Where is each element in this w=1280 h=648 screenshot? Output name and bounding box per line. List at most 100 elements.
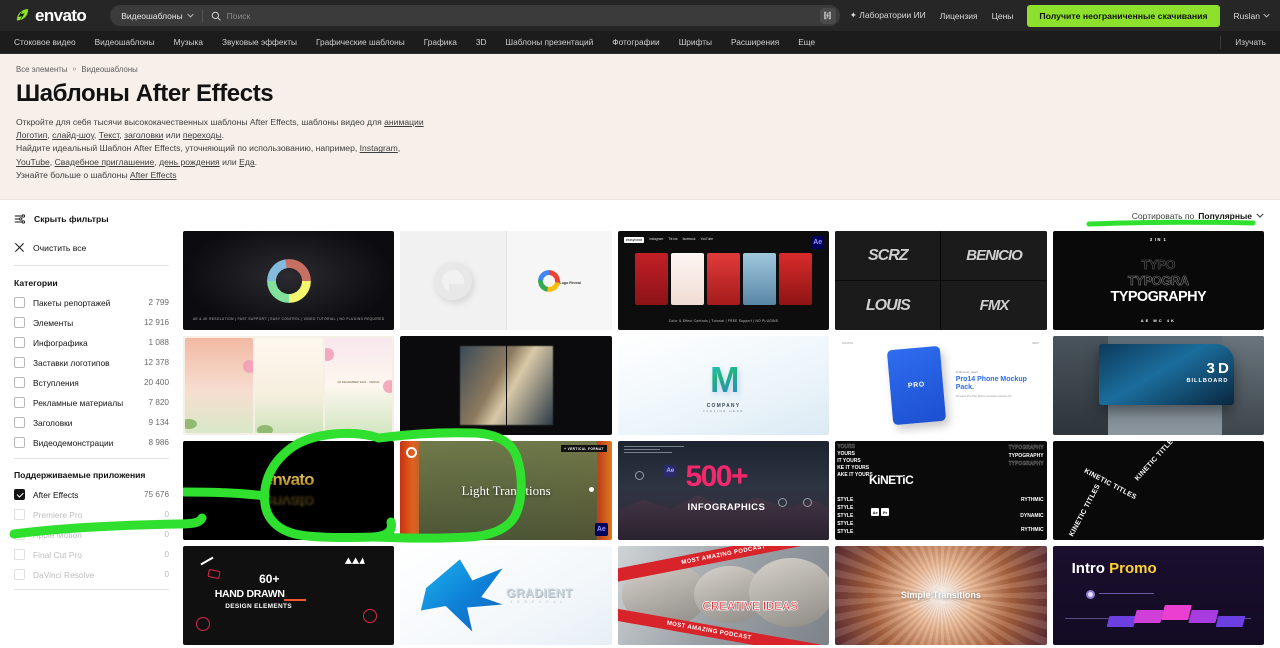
filter-row[interactable]: Заставки логотипов 12 378 — [14, 357, 169, 369]
breadcrumb-video-templates[interactable]: Видеошаблоны — [81, 65, 137, 74]
filter-row[interactable]: Premiere Pro 0 — [14, 509, 169, 521]
sort-dropdown[interactable]: Сортировать по Популярные — [1132, 211, 1264, 221]
sparkle-icon: ✦ — [849, 10, 857, 20]
nav-item-explore[interactable]: Изучать — [1235, 37, 1266, 47]
result-card-kinetic-titles-curve[interactable]: KINETIC TITLES KINETIC TITLES KINETIC TI… — [1052, 441, 1264, 541]
google-g-color-icon — [537, 269, 560, 292]
checkbox[interactable] — [14, 417, 25, 429]
filter-row[interactable]: DaVinci Resolve 0 — [14, 569, 169, 581]
link-transitions[interactable]: переходы — [183, 130, 222, 140]
checkbox[interactable] — [14, 509, 25, 521]
search-bar[interactable]: Видеошаблоны Поиск — [110, 5, 840, 26]
result-card-kinetic-typography[interactable]: YOURS YOURS IT YOURS KE IT YOURS AKE IT … — [835, 441, 1047, 541]
envato-logo[interactable]: envato — [14, 6, 87, 26]
breadcrumb-all-items[interactable]: Все элементы — [16, 65, 67, 74]
nav-item-more[interactable]: Еще — [798, 37, 815, 47]
checkbox[interactable] — [14, 357, 25, 369]
nav-item-sound-effects[interactable]: Звуковые эффекты — [222, 37, 297, 47]
result-card-500-infographics[interactable]: Ae 500+ INFOGRAPHICS — [617, 441, 830, 541]
card-text: AKE IT YOURS — [837, 472, 873, 479]
nav-item-video-templates[interactable]: Видеошаблоны — [95, 37, 155, 47]
card-text: envato — [263, 470, 315, 490]
nav-item-fonts[interactable]: Шрифты — [679, 37, 712, 47]
result-card-pro14-phone-mockup[interactable]: ENVATO NEXT PRO by Bennett_Hsieh Pro14 Ph… — [835, 336, 1047, 436]
filter-count: 2 799 — [148, 298, 170, 308]
result-card-m-company-logo[interactable]: M COMPANY TAGLINE HERE — [617, 336, 830, 436]
nav-item-extensions[interactable]: Расширения — [731, 37, 779, 47]
filter-row[interactable]: Пакеты репортажей 2 799 — [14, 297, 170, 309]
checkbox[interactable] — [14, 489, 25, 501]
filters-sidebar: Скрыть фильтры Очистить все Категории Па… — [0, 200, 183, 648]
header-link-license[interactable]: Лицензия — [940, 11, 978, 21]
link-after-effects[interactable]: After Effects — [130, 170, 177, 180]
clear-all-button[interactable]: Очистить все — [14, 242, 169, 253]
checkbox[interactable] — [14, 317, 25, 329]
checkbox[interactable] — [14, 437, 25, 449]
result-card-hand-drawn-elements[interactable]: 60+ HAND DRAWN DESIGN ELEMENTS — [183, 546, 395, 646]
result-card-gradient-logo[interactable]: GRADIENT 3 D R E V E A L — [400, 546, 612, 646]
filter-row[interactable]: Apple Motion 0 — [14, 529, 169, 541]
result-card-typography-3in1[interactable]: 3 IN 1 TYPO TYPOGRA TYPOGRAPHY AE MC 4K — [1052, 231, 1264, 331]
checkbox[interactable] — [14, 529, 25, 541]
nav-item-graphics[interactable]: Графика — [424, 37, 457, 47]
filter-row[interactable]: Инфографика 1 088 — [14, 337, 169, 349]
search-input[interactable]: Поиск — [227, 11, 251, 21]
nav-item-3d[interactable]: 3D — [476, 37, 487, 47]
checkbox[interactable] — [14, 397, 25, 409]
nav-item-photos[interactable]: Фотографии — [612, 37, 659, 47]
checkbox[interactable] — [14, 377, 25, 389]
nav-item-stock-video[interactable]: Стоковое видео — [14, 37, 76, 47]
card-artwork — [254, 338, 323, 434]
hide-filters-button[interactable]: Скрыть фильтры — [14, 213, 169, 225]
card-text: STYLE — [837, 529, 854, 536]
unlimited-downloads-button[interactable]: Получите неограниченные скачивания — [1027, 4, 1220, 27]
link-youtube[interactable]: YouTube — [16, 157, 50, 167]
nav-item-music[interactable]: Музыка — [174, 37, 203, 47]
search-category-select[interactable]: Видеошаблоны — [121, 11, 201, 21]
checkbox[interactable] — [14, 297, 25, 309]
result-card-3d-billboard[interactable]: 3 D BILLBOARD — [1052, 336, 1264, 436]
result-card-parallax-photo[interactable] — [400, 336, 612, 436]
nav-item-graphic-templates[interactable]: Графические шаблоны — [316, 37, 405, 47]
card-text: HAND DRAWN — [214, 587, 285, 600]
nav-item-presentation-templates[interactable]: Шаблоны презентаций — [505, 37, 593, 47]
filter-row[interactable]: Видеодемонстрации 8 986 — [14, 437, 169, 449]
checkbox[interactable] — [14, 569, 25, 581]
checkbox[interactable] — [14, 549, 25, 561]
filter-row[interactable]: Заголовки 9 134 — [14, 417, 170, 429]
filter-label: Заставки логотипов — [33, 357, 110, 368]
google-g-outline-icon — [433, 261, 472, 300]
after-effects-badge: Ae — [594, 523, 608, 537]
filter-count: 9 134 — [148, 418, 170, 428]
result-card-light-transitions[interactable]: + VERTICAL FORMAT Light Transitions Ae — [400, 441, 612, 541]
filter-row[interactable]: Рекламные материалы 7 820 — [14, 397, 169, 409]
card-tab: Instagram — [649, 237, 664, 242]
result-card-envato-gold-logo[interactable]: envato envato — [183, 441, 395, 541]
link-slideshow[interactable]: слайд-шоу — [52, 130, 94, 140]
link-wedding-invitation[interactable]: Свадебное приглашение — [55, 157, 155, 167]
result-card-intro-promo[interactable]: Intro Promo — [1052, 546, 1264, 646]
result-card-google-logo-reveal[interactable]: Logo Reveal — [400, 231, 612, 331]
filter-row-after-effects[interactable]: After Effects 75 676 — [14, 489, 169, 501]
link-food[interactable]: Еда — [239, 157, 255, 167]
filter-row[interactable]: Final Cut Pro 0 — [14, 549, 169, 561]
ai-sparkle-icon[interactable] — [819, 7, 836, 24]
result-card-wedding-invitation[interactable]: 02 DECEMBER 2024 · VENUE — [183, 336, 395, 436]
result-card-creative-ideas[interactable]: MOST AMAZING PODCAST MOST AMAZING PODCAS… — [617, 546, 830, 646]
user-menu[interactable]: Ruslan — [1234, 11, 1270, 21]
link-text[interactable]: Текст — [99, 130, 120, 140]
header-link-pricing[interactable]: Цены — [992, 11, 1014, 21]
desc-line3-text: Узнайте больше о шаблоны — [16, 169, 130, 180]
link-instagram[interactable]: Instagram — [360, 143, 398, 153]
result-card-grunge-titles[interactable]: SCRZ BENICIO LOUIS FMX — [835, 231, 1047, 331]
filter-row[interactable]: Вступления 20 400 — [14, 377, 169, 389]
result-card-christmas-stories[interactable]: Ae #easyhandi Instagram Tik tok facebook… — [617, 231, 830, 331]
result-card-google-g-dark[interactable]: AE & 4K RESOLUTION | FAST SUPPORT | EASY… — [183, 231, 395, 331]
result-card-simple-transitions[interactable]: Simple Transitions MOVE.ROTATE.ZOOM — [835, 546, 1047, 646]
filter-row[interactable]: Элементы 12 916 — [14, 317, 169, 329]
checkbox[interactable] — [14, 337, 25, 349]
card-text: KE IT YOURS — [837, 465, 870, 472]
header-link-ai-labs[interactable]: ✦ Лаборатории ИИ — [850, 10, 926, 21]
link-titles[interactable]: заголовки — [124, 130, 163, 140]
link-birthday[interactable]: день рождения — [159, 157, 220, 167]
